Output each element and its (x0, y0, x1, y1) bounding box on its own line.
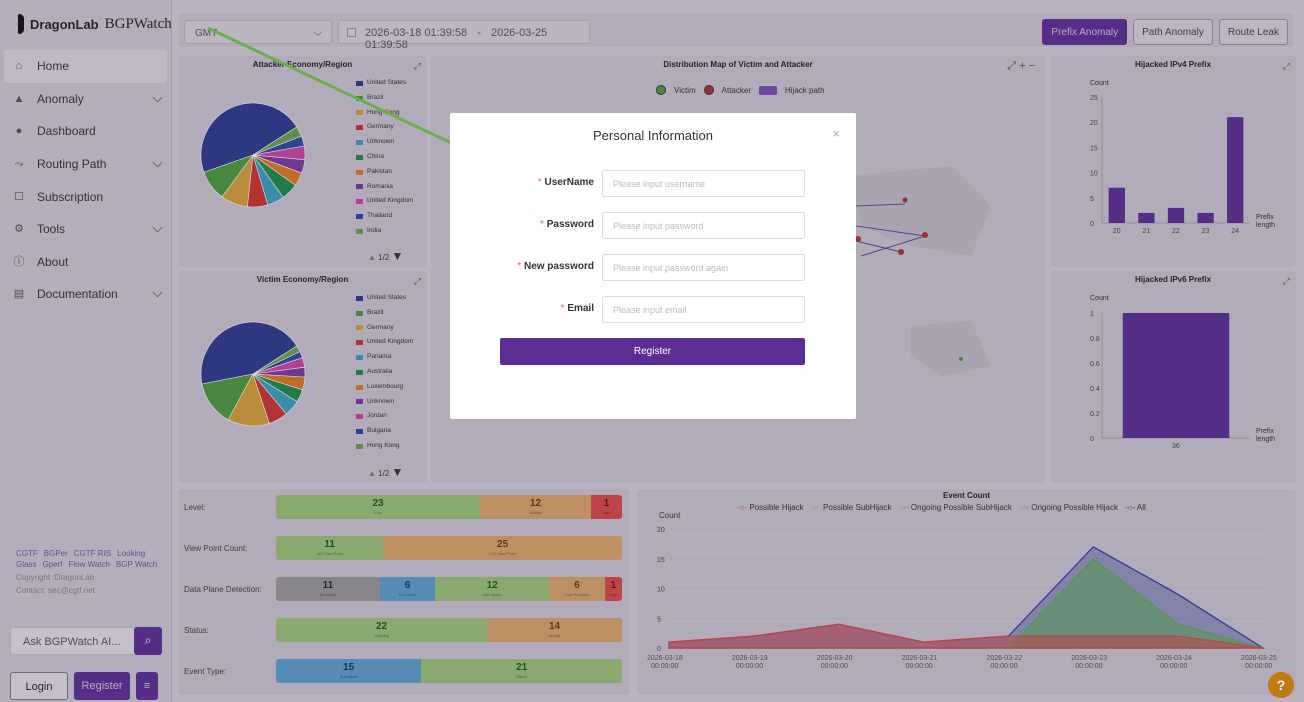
input-username[interactable]: Please input username (602, 170, 805, 197)
field-label: * Email (561, 303, 594, 314)
field-label: * Password (540, 219, 594, 230)
required-mark: * (540, 219, 547, 230)
help-icon[interactable]: ? (1268, 672, 1294, 698)
field-label: * New password (517, 261, 594, 272)
modal-register-button[interactable]: Register (500, 338, 805, 365)
field-label: * UserName (538, 177, 594, 188)
input-password[interactable]: Please input password (602, 212, 805, 239)
form-row: * Password Please input password (450, 212, 856, 239)
form-row: * New password Please input password agai… (450, 254, 856, 281)
field-label-text: Email (567, 303, 594, 314)
required-mark: * (517, 261, 524, 272)
field-label-text: Password (546, 219, 594, 230)
form-row: * UserName Please input username (450, 170, 856, 197)
field-label-text: UserName (544, 177, 594, 188)
form-row: * Email Please input email (450, 296, 856, 323)
app-root: DragonLab BGPWatch ⌂ Home ▲ Anomaly ● Dashboa… (0, 0, 1304, 702)
personal-info-modal: Personal Information × * UserName Please … (450, 113, 856, 419)
field-label-text: New password (523, 261, 594, 272)
input-email[interactable]: Please input email (602, 296, 805, 323)
close-icon[interactable]: × (832, 126, 840, 141)
modal-title: Personal Information (593, 128, 713, 143)
required-mark: * (537, 177, 545, 188)
input-new-password[interactable]: Please input password again (602, 254, 805, 281)
